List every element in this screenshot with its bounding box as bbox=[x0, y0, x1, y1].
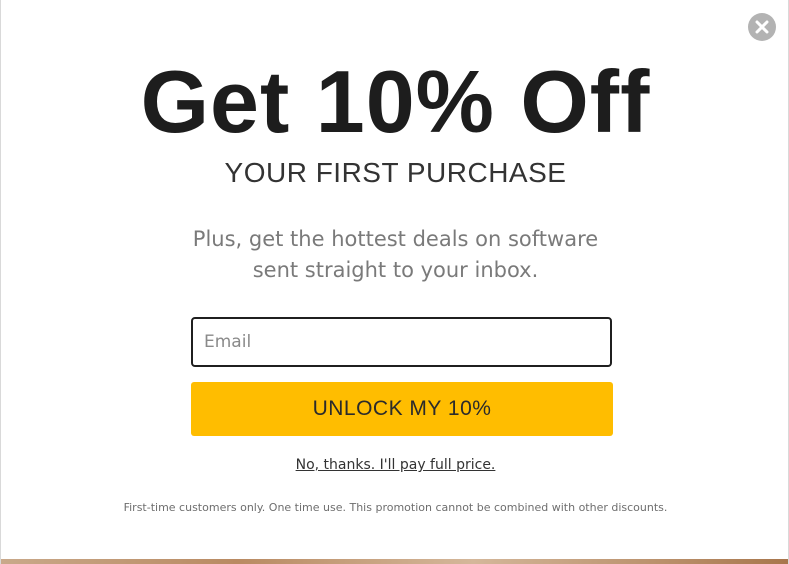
decline-link-container: No, thanks. I'll pay full price. bbox=[1, 455, 788, 475]
body-text-line-1: Plus, get the hottest deals on software bbox=[192, 227, 599, 251]
body-text-line-2: sent straight to your inbox. bbox=[252, 258, 539, 282]
subheadline: YOUR FIRST PURCHASE bbox=[224, 157, 567, 188]
headline: Get 10% Off bbox=[140, 52, 651, 151]
close-button[interactable] bbox=[748, 13, 776, 41]
body-text: Plus, get the hottest deals on software … bbox=[1, 224, 788, 286]
disclaimer: First-time customers only. One time use.… bbox=[123, 501, 668, 514]
background-strip bbox=[1, 559, 788, 564]
email-input[interactable] bbox=[191, 317, 612, 367]
promo-modal: Get 10% Off YOUR FIRST PURCHASE Plus, ge… bbox=[0, 0, 789, 564]
unlock-button[interactable]: UNLOCK MY 10% bbox=[191, 382, 613, 436]
close-x-icon bbox=[755, 20, 769, 34]
decline-link[interactable]: No, thanks. I'll pay full price. bbox=[296, 457, 496, 473]
